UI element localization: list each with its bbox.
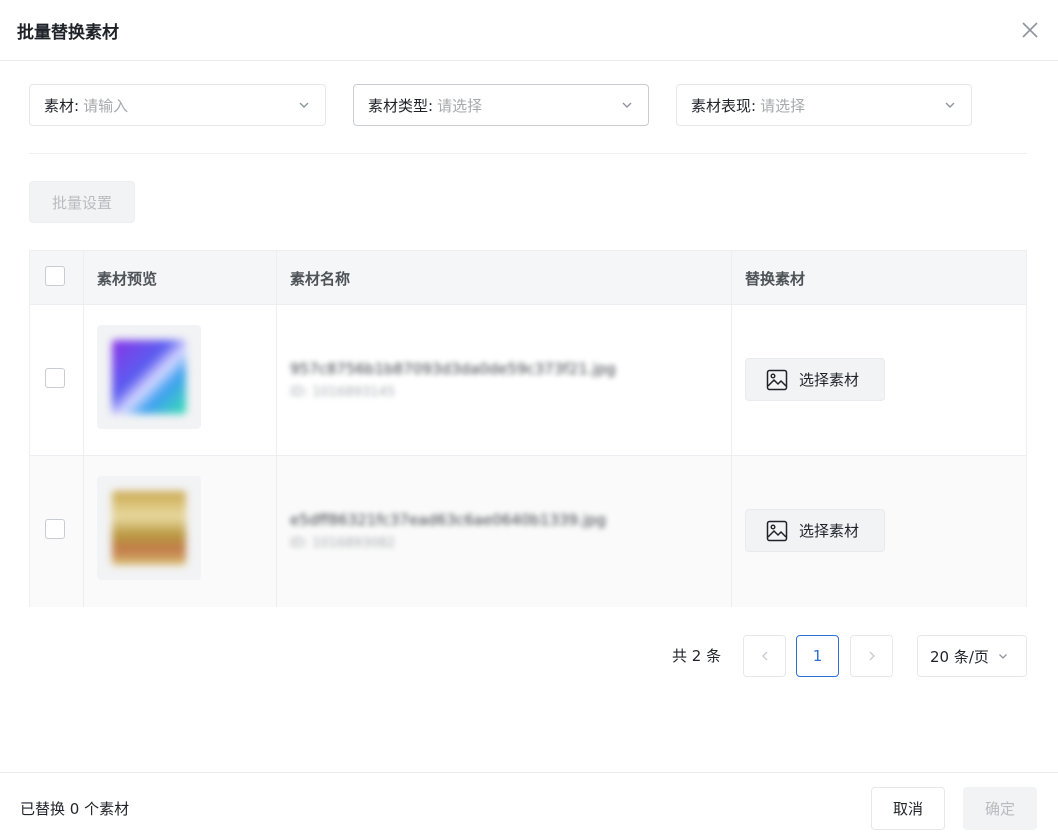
column-header-preview: 素材预览 xyxy=(84,251,277,305)
material-filter[interactable]: 素材: 请输入 xyxy=(29,84,326,126)
material-type-placeholder: 请选择 xyxy=(437,96,483,115)
cancel-button[interactable]: 取消 xyxy=(871,787,945,830)
material-filter-label: 素材: xyxy=(44,96,80,115)
table-row: e5dff86321fc37ead63c6ae0640b1339.jpg ID:… xyxy=(30,456,1026,607)
preview-cell xyxy=(84,305,277,456)
close-icon[interactable] xyxy=(1018,18,1042,42)
prev-page-button[interactable] xyxy=(743,635,786,677)
material-type-label: 素材类型: xyxy=(368,96,434,115)
column-header-replace: 替换素材 xyxy=(745,269,806,288)
batch-settings-button[interactable]: 批量设置 xyxy=(29,181,135,223)
image-icon xyxy=(766,520,788,541)
select-material-label: 选择素材 xyxy=(799,522,860,540)
select-material-label: 选择素材 xyxy=(799,371,860,389)
select-material-button[interactable]: 选择素材 xyxy=(745,358,885,401)
material-performance-select[interactable]: 素材表现: 请选择 xyxy=(676,84,972,126)
pagination-total: 共 2 条 xyxy=(672,647,722,665)
material-type-select[interactable]: 素材类型: 请选择 xyxy=(353,84,649,126)
dialog-footer: 已替换 0 个素材 取消 确定 xyxy=(0,772,1058,836)
material-performance-placeholder: 请选择 xyxy=(760,96,806,115)
page-size-value: 20 条/页 xyxy=(930,647,989,666)
chevron-down-icon xyxy=(945,102,955,108)
select-all-cell xyxy=(30,251,84,305)
material-filter-placeholder: 请输入 xyxy=(83,96,129,115)
column-header-name: 素材名称 xyxy=(277,251,732,305)
name-cell: e5dff86321fc37ead63c6ae0640b1339.jpg ID:… xyxy=(277,456,732,607)
page-size-select[interactable]: 20 条/页 xyxy=(917,635,1027,677)
chevron-down-icon xyxy=(622,102,632,108)
table-row: 957c8756b1b87093d3da0de59c373f21.jpg ID:… xyxy=(30,305,1026,456)
chevron-down-icon xyxy=(998,654,1007,659)
dialog-title: 批量替换素材 xyxy=(17,23,119,43)
materials-table: 素材预览 素材名称 替换素材 957c8756b1b87093d3da0de59… xyxy=(29,250,1027,607)
name-cell: 957c8756b1b87093d3da0de59c373f21.jpg ID:… xyxy=(277,305,732,456)
confirm-button[interactable]: 确定 xyxy=(963,787,1037,830)
material-file-name: e5dff86321fc37ead63c6ae0640b1339.jpg xyxy=(290,511,607,529)
image-icon xyxy=(766,369,788,390)
filter-divider xyxy=(29,153,1027,154)
material-performance-label: 素材表现: xyxy=(691,96,757,115)
select-material-button[interactable]: 选择素材 xyxy=(745,509,885,552)
chevron-left-icon xyxy=(761,651,767,661)
row-select-cell xyxy=(30,456,84,607)
row-checkbox[interactable] xyxy=(45,519,65,539)
select-all-checkbox[interactable] xyxy=(45,266,65,286)
material-thumbnail[interactable] xyxy=(97,476,201,580)
material-id: ID: 1016893145 xyxy=(290,385,396,400)
row-checkbox[interactable] xyxy=(45,368,65,388)
table-header: 素材预览 素材名称 替换素材 xyxy=(30,251,1026,305)
material-id: ID: 1016893082 xyxy=(290,536,396,551)
chevron-right-icon xyxy=(869,651,875,661)
preview-cell xyxy=(84,456,277,607)
replace-cell: 选择素材 xyxy=(732,305,1026,456)
replaced-count: 已替换 0 个素材 xyxy=(20,800,130,818)
replace-cell: 选择素材 xyxy=(732,456,1026,607)
dialog-header: 批量替换素材 xyxy=(0,0,1058,61)
material-thumbnail[interactable] xyxy=(97,325,201,429)
chevron-down-icon xyxy=(299,102,309,108)
row-select-cell xyxy=(30,305,84,456)
material-file-name: 957c8756b1b87093d3da0de59c373f21.jpg xyxy=(290,360,616,378)
page-button-current[interactable]: 1 xyxy=(796,635,839,677)
next-page-button[interactable] xyxy=(850,635,893,677)
